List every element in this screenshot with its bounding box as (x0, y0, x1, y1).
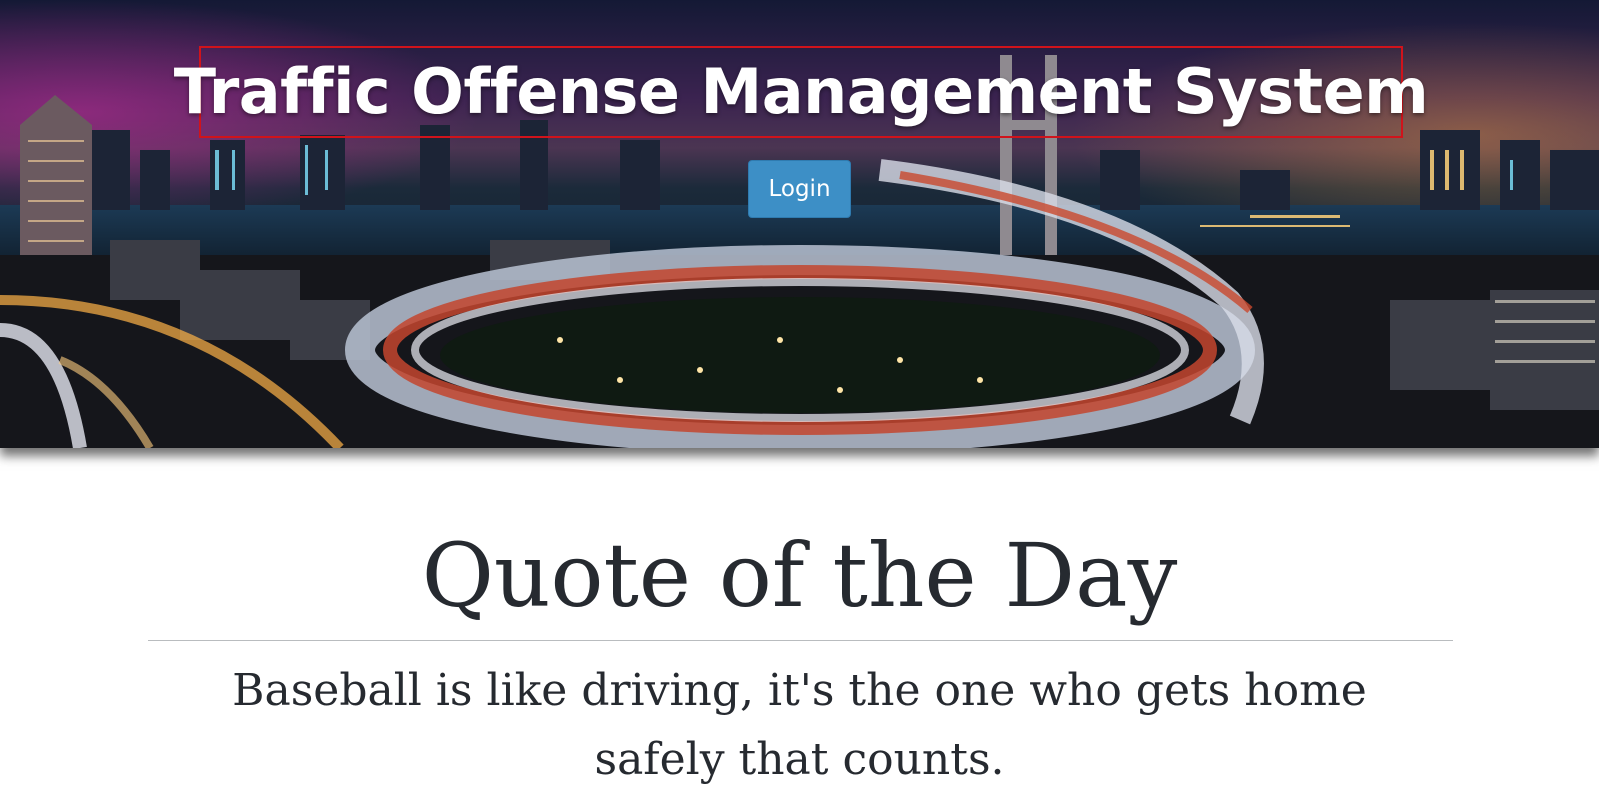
quote-heading: Quote of the Day (421, 524, 1178, 627)
quote-text: Baseball is like driving, it's the one w… (232, 665, 1367, 785)
login-button[interactable]: Login (748, 160, 851, 218)
site-title-box: Traffic Offense Management System (174, 46, 1429, 138)
site-title: Traffic Offense Management System (173, 55, 1429, 128)
quote-divider (148, 640, 1453, 641)
hero-banner: Traffic Offense Management System Login (0, 0, 1599, 448)
